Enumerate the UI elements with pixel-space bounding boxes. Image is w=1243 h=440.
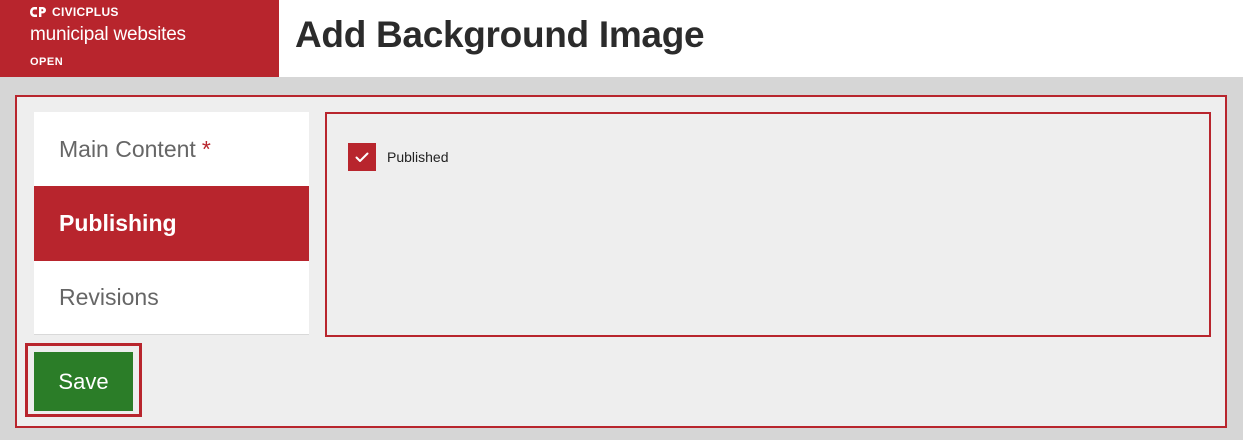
brand-badge: OPEN	[30, 56, 64, 68]
section-tabs: Main Content * Publishing Revisions	[34, 112, 309, 335]
checkmark-icon	[355, 152, 369, 162]
published-checkbox-row[interactable]: Published	[348, 143, 449, 171]
page-header: CIVICPLUS municipal websites OPEN Add Ba…	[0, 0, 1243, 77]
tab-publishing[interactable]: Publishing	[34, 186, 309, 261]
tab-publishing-label: Publishing	[59, 210, 177, 236]
brand-product-name: municipal websites	[30, 24, 186, 45]
save-button[interactable]: Save	[34, 352, 133, 411]
published-label: Published	[387, 149, 449, 165]
brand-top-row: CIVICPLUS	[30, 5, 119, 19]
tab-main-content[interactable]: Main Content *	[34, 112, 309, 186]
publishing-section: Published	[325, 112, 1211, 337]
required-marker: *	[201, 135, 211, 162]
save-button-frame: Save	[25, 343, 142, 417]
tab-revisions-label: Revisions	[59, 284, 159, 310]
editor-panel: Main Content * Publishing Revisions Publ…	[15, 95, 1227, 428]
tab-revisions[interactable]: Revisions	[34, 261, 309, 335]
tab-main-content-label: Main Content	[59, 135, 196, 162]
brand-company-name: CIVICPLUS	[52, 5, 119, 19]
brand-banner[interactable]: CIVICPLUS municipal websites OPEN	[0, 0, 279, 77]
civicplus-logo-icon	[30, 7, 46, 17]
page-title: Add Background Image	[295, 14, 705, 55]
published-checkbox[interactable]	[348, 143, 376, 171]
